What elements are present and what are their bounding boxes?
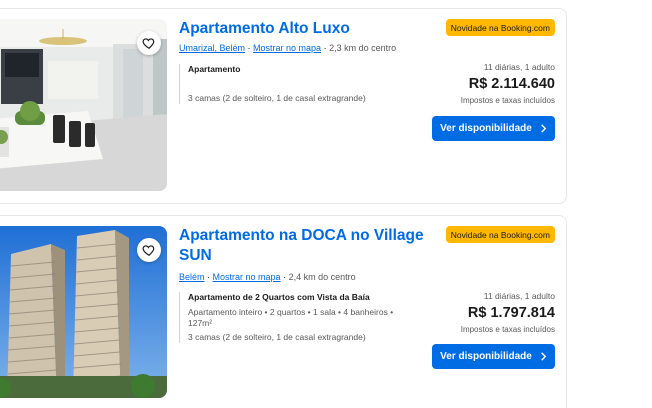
property-card: Apartamento na DOCA no Village SUN Novid… (0, 215, 567, 408)
unit-info: Apartamento 3 camas (2 de solteiro, 1 de… (179, 64, 366, 104)
unit-details (188, 79, 366, 93)
property-title[interactable]: Apartamento Alto Luxo (179, 19, 350, 39)
new-on-booking-badge: Novidade na Booking.com (445, 19, 555, 36)
see-availability-label: Ver disponibilidade (440, 123, 532, 134)
new-on-booking-badge: Novidade na Booking.com (445, 226, 555, 243)
distance-from-center: 2,3 km do centro (329, 43, 397, 53)
price: R$ 1.797.814 (467, 305, 555, 321)
taxes-note: Impostos e taxas incluídos (460, 96, 555, 105)
heart-outline-icon (142, 245, 155, 256)
favorite-button[interactable] (137, 31, 161, 55)
price-block: 11 diárias, 1 adulto R$ 1.797.814 Impost… (461, 291, 555, 334)
chevron-right-icon (541, 124, 547, 133)
taxes-note: Impostos e taxas incluídos (460, 325, 555, 334)
price: R$ 2.114.640 (468, 76, 555, 92)
property-photo[interactable] (0, 19, 167, 191)
unit-info: Apartamento de 2 Quartos com Vista da Ba… (179, 292, 399, 343)
see-availability-button[interactable]: Ver disponibilidade (432, 344, 555, 369)
property-title[interactable]: Apartamento na DOCA no Village SUN (179, 226, 439, 266)
distance-from-center: 2,4 km do centro (288, 272, 356, 282)
favorite-button[interactable] (137, 238, 161, 262)
property-card: Apartamento Alto Luxo Novidade na Bookin… (0, 8, 567, 204)
unit-title: Apartamento (188, 64, 241, 74)
heart-outline-icon (142, 38, 155, 49)
unit-title: Apartamento de 2 Quartos com Vista da Ba… (188, 292, 370, 302)
price-block: 11 diárias, 1 adulto R$ 2.114.640 Impost… (461, 62, 555, 105)
show-on-map-link[interactable]: Mostrar no mapa (213, 272, 281, 282)
show-on-map-link[interactable]: Mostrar no mapa (253, 43, 321, 53)
location-line: Umarizal, Belém · Mostrar no mapa · 2,3 … (179, 43, 396, 53)
bed-configuration: 3 camas (2 de solteiro, 1 de casal extra… (188, 332, 366, 342)
stay-duration: 11 diárias, 1 adulto (483, 62, 555, 72)
chevron-right-icon (541, 352, 547, 361)
location-link[interactable]: Belém (179, 272, 205, 282)
unit-details: Apartamento inteiro • 2 quartos • 1 sala… (188, 307, 394, 328)
see-availability-button[interactable]: Ver disponibilidade (432, 116, 555, 141)
location-line: Belém · Mostrar no mapa · 2,4 km do cent… (179, 272, 356, 282)
property-photo[interactable] (0, 226, 167, 398)
stay-duration: 11 diárias, 1 adulto (483, 291, 555, 301)
location-link[interactable]: Umarizal, Belém (179, 43, 245, 53)
see-availability-label: Ver disponibilidade (440, 351, 532, 362)
bed-configuration: 3 camas (2 de solteiro, 1 de casal extra… (188, 93, 366, 103)
